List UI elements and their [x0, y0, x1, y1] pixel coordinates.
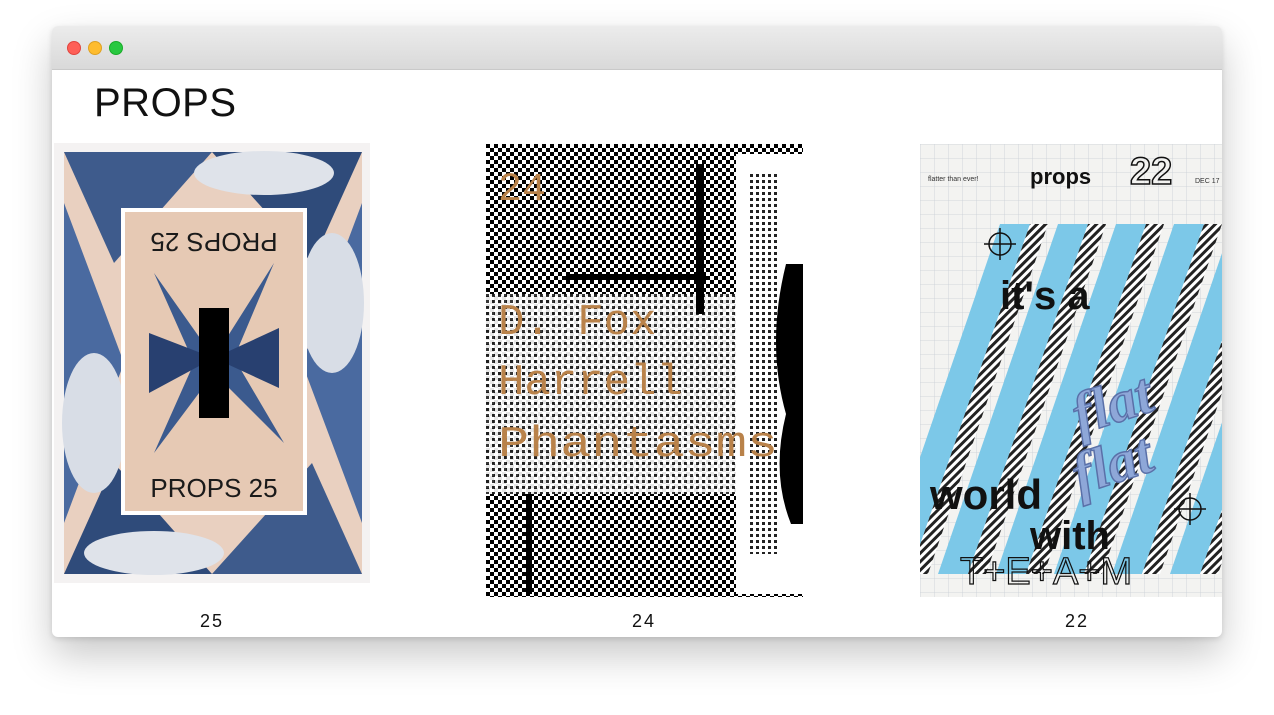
issue-22-line-4: world	[929, 471, 1042, 518]
issue-24-author-first: D. Fox	[498, 298, 656, 348]
issue-24-number: 24	[498, 168, 546, 213]
issue-22-header-date: DEC 17	[1195, 178, 1220, 185]
issue-25-cover-image: PROPS 25 PROPS 25	[54, 143, 370, 583]
zoom-window-button[interactable]	[109, 41, 123, 55]
site-title[interactable]: PROPS	[94, 81, 237, 126]
issue-24-cover-image: 24 D. Fox Harrell Phantasms	[486, 144, 803, 597]
issue-22-line-1: it's a	[1000, 274, 1090, 318]
issue-24-author-last: Harrell	[498, 358, 683, 408]
browser-window: PROPS PROPS 25 PROPS 25 24 D. Fox Harrel…	[52, 26, 1222, 637]
issue-25-poster-title-bottom: PROPS 25	[150, 473, 277, 503]
issue-22-line-6: T+E+A+M	[960, 551, 1132, 593]
issue-24-poster[interactable]: 24 D. Fox Harrell Phantasms	[486, 144, 803, 597]
close-window-button[interactable]	[67, 41, 81, 55]
issue-22-tagline: flatter than ever!	[928, 176, 979, 183]
issue-24-title: Phantasms	[498, 420, 778, 470]
issue-22-header-number: 22	[1130, 151, 1172, 193]
issue-24-caption[interactable]: 24	[604, 611, 684, 632]
issue-22-poster[interactable]: flatter than ever! props 22 DEC 17 it's …	[920, 144, 1222, 597]
window-titlebar	[52, 26, 1222, 70]
issue-22-header-title: props	[1030, 164, 1091, 189]
issue-25-caption[interactable]: 25	[172, 611, 252, 632]
issue-25-poster[interactable]: PROPS 25 PROPS 25	[54, 143, 370, 583]
issue-22-cover-image: flatter than ever! props 22 DEC 17 it's …	[920, 144, 1222, 597]
minimize-window-button[interactable]	[88, 41, 102, 55]
issue-25-poster-title-top: PROPS 25	[150, 227, 277, 257]
issue-22-caption[interactable]: 22	[1037, 611, 1117, 632]
